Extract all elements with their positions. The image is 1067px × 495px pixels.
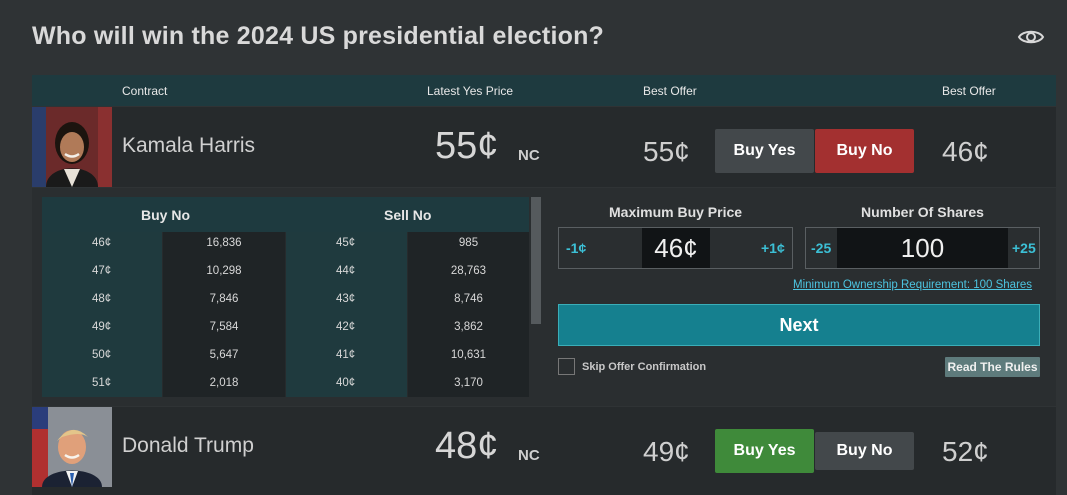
buy-quantity-column: 16,836 10,298 7,846 7,584 5,647 2,018 (163, 232, 285, 397)
latest-yes-price: 48¢ (435, 425, 499, 467)
order-book-cell[interactable]: 40¢ (286, 377, 407, 389)
order-book-cell[interactable]: 28,763 (408, 265, 529, 277)
order-book-cell[interactable]: 10,298 (163, 265, 285, 277)
shares-decrement-button[interactable]: -25 (811, 240, 831, 256)
order-book-cell[interactable]: 50¢ (42, 349, 162, 361)
number-of-shares-label: Number Of Shares (861, 204, 984, 220)
buy-no-button[interactable]: Buy No (815, 129, 914, 173)
price-decrement-button[interactable]: -1¢ (566, 240, 586, 256)
trade-panel: Buy No Sell No 46¢ 47¢ 48¢ 49¢ 50¢ 51¢ 1… (32, 188, 1056, 406)
order-book-cell[interactable]: 7,584 (163, 321, 285, 333)
sell-price-column: 45¢ 44¢ 43¢ 42¢ 41¢ 40¢ (286, 232, 407, 397)
order-book: Buy No Sell No 46¢ 47¢ 48¢ 49¢ 50¢ 51¢ 1… (42, 197, 529, 397)
contract-row-harris[interactable]: Kamala Harris 55¢ NC 55¢ Buy Yes Buy No … (32, 107, 1056, 187)
read-rules-button[interactable]: Read The Rules (945, 357, 1040, 377)
order-book-scrollbar[interactable] (529, 197, 543, 397)
max-buy-price-input[interactable]: 46¢ (642, 228, 710, 268)
next-button[interactable]: Next (558, 304, 1040, 346)
order-book-cell[interactable]: 42¢ (286, 321, 407, 333)
order-book-cell[interactable]: 48¢ (42, 293, 162, 305)
price-increment-button[interactable]: +1¢ (761, 240, 785, 256)
scrollbar-thumb[interactable] (531, 197, 541, 324)
order-book-cell[interactable]: 46¢ (42, 237, 162, 249)
order-book-cell[interactable]: 3,862 (408, 321, 529, 333)
best-offer-no: 46¢ (942, 136, 989, 167)
order-book-cell[interactable]: 45¢ (286, 237, 407, 249)
order-book-cell[interactable]: 8,746 (408, 293, 529, 305)
number-of-shares-input[interactable]: 100 (837, 228, 1008, 268)
latest-yes-price: 55¢ (435, 125, 499, 167)
contract-name[interactable]: Donald Trump (122, 434, 254, 458)
shares-increment-button[interactable]: +25 (1012, 240, 1036, 256)
contract-name[interactable]: Kamala Harris (122, 134, 255, 158)
order-book-cell[interactable]: 43¢ (286, 293, 407, 305)
header-best-offer-yes: Best Offer (643, 84, 697, 98)
minimum-ownership-link[interactable]: Minimum Ownership Requirement: 100 Share… (793, 279, 1032, 291)
order-book-cell[interactable]: 3,170 (408, 377, 529, 389)
buy-no-column-label: Buy No (141, 207, 190, 223)
max-buy-price-label: Maximum Buy Price (609, 204, 743, 220)
order-book-cell[interactable]: 41¢ (286, 349, 407, 361)
buy-price-column: 46¢ 47¢ 48¢ 49¢ 50¢ 51¢ (42, 232, 162, 397)
eye-icon[interactable] (1017, 26, 1045, 48)
order-book-header: Buy No Sell No (42, 197, 529, 232)
table-header: Contract Latest Yes Price Best Offer Bes… (32, 75, 1056, 106)
order-book-cell[interactable]: 51¢ (42, 377, 162, 389)
sell-no-column-label: Sell No (384, 207, 432, 223)
best-offer-yes: 49¢ (643, 436, 690, 467)
max-buy-price-stepper: -1¢ 46¢ +1¢ (558, 227, 793, 269)
number-of-shares-stepper: -25 100 +25 (805, 227, 1040, 269)
skip-confirmation-label[interactable]: Skip Offer Confirmation (582, 361, 706, 373)
contract-row-trump[interactable]: Donald Trump 48¢ NC 49¢ Buy Yes Buy No 5… (32, 407, 1056, 495)
order-book-cell[interactable]: 10,631 (408, 349, 529, 361)
price-change-badge: NC (518, 147, 540, 164)
buy-yes-button[interactable]: Buy Yes (715, 429, 814, 473)
buy-yes-button[interactable]: Buy Yes (715, 129, 814, 173)
header-best-offer-no: Best Offer (942, 84, 996, 98)
price-change-badge: NC (518, 447, 540, 464)
sell-quantity-column: 985 28,763 8,746 3,862 10,631 3,170 (408, 232, 529, 397)
order-book-cell[interactable]: 985 (408, 237, 529, 249)
order-book-cell[interactable]: 47¢ (42, 265, 162, 277)
avatar-harris (32, 107, 112, 187)
page-title: Who will win the 2024 US presidential el… (32, 22, 605, 50)
header-contract: Contract (122, 84, 168, 98)
avatar-trump (32, 407, 112, 487)
best-offer-no: 52¢ (942, 436, 989, 467)
order-book-cell[interactable]: 5,647 (163, 349, 285, 361)
order-book-cell[interactable]: 7,846 (163, 293, 285, 305)
order-book-cell[interactable]: 44¢ (286, 265, 407, 277)
best-offer-yes: 55¢ (643, 136, 690, 167)
skip-confirmation-checkbox[interactable] (558, 358, 575, 375)
header-latest-yes-price: Latest Yes Price (427, 84, 514, 98)
order-book-cell[interactable]: 2,018 (163, 377, 285, 389)
buy-no-button[interactable]: Buy No (815, 432, 914, 470)
order-book-cell[interactable]: 16,836 (163, 237, 285, 249)
order-book-cell[interactable]: 49¢ (42, 321, 162, 333)
